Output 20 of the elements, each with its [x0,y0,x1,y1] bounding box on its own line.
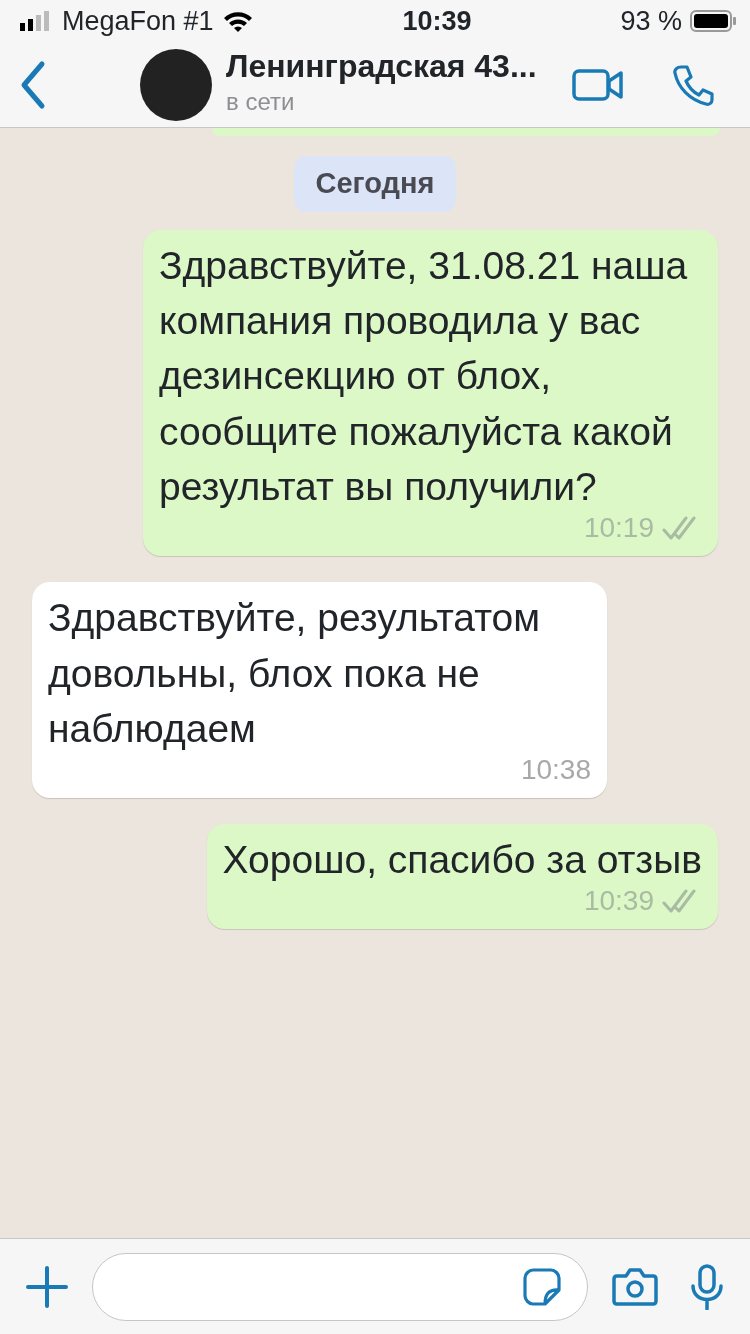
message-time: 10:39 [583,884,654,919]
microphone-icon[interactable] [690,1263,724,1310]
battery-icon [690,10,736,32]
plus-icon[interactable] [26,1265,68,1308]
date-label: Сегодня [293,156,457,212]
phone-icon[interactable] [672,63,714,106]
status-time: 10:39 [402,5,472,36]
message-text: Хорошо, спасибо за отзыв [222,837,702,883]
sticker-icon[interactable] [523,1267,561,1306]
message-text: Здравствуйте, 31.08.21 наша компания проводила у вас дезинсекцию от блох, сообщите пожалуйста какой результат вы получили? [159,242,689,510]
contact-status: в сети [226,87,296,118]
camera-icon[interactable] [612,1266,658,1307]
battery-percent: 93 % [620,4,682,38]
message-time: 10:19 [583,511,654,546]
message-text: Здравствуйте, результатом довольны, блох пока не наблюдаем [48,595,542,752]
avatar[interactable] [138,46,214,123]
contact-name[interactable]: Ленинградская 43... [226,48,572,85]
video-call-icon[interactable] [572,66,624,103]
message-time: 10:38 [520,753,591,788]
carrier-name: MegaFon #1 [62,4,214,38]
